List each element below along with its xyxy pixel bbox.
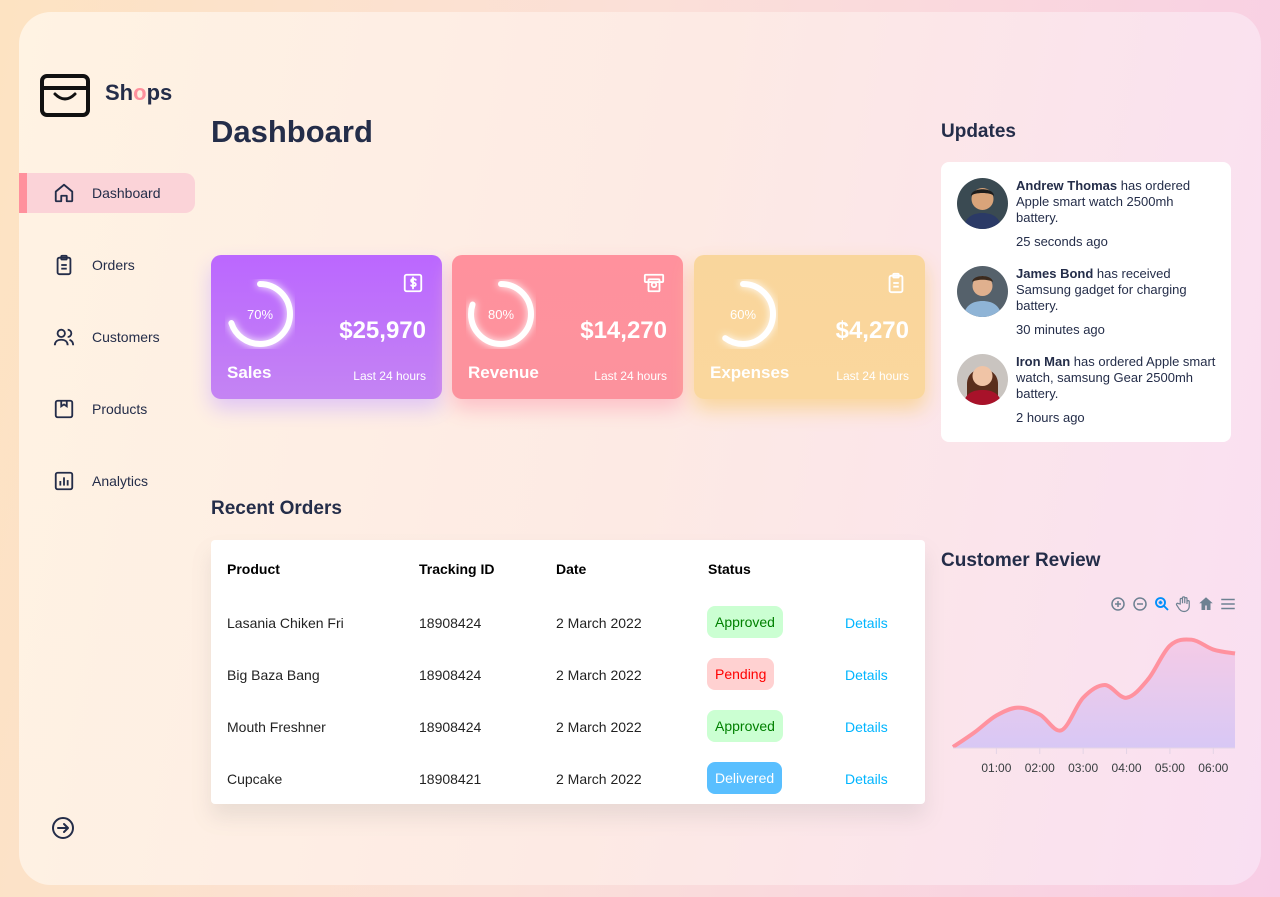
card-title: Revenue	[468, 363, 539, 382]
column-header[interactable]: Product	[227, 561, 280, 577]
card-title: Sales	[227, 363, 272, 382]
status-badge: Pending	[707, 658, 775, 690]
brand-name: Shops	[105, 80, 173, 105]
cell-product: Big Baza Bang	[227, 667, 320, 683]
details-link[interactable]: Details	[845, 615, 888, 631]
package-icon	[54, 399, 74, 419]
x-tick-label: 02:00	[1025, 761, 1055, 775]
x-tick-label: 05:00	[1155, 761, 1185, 775]
update-name: Andrew Thomas	[1016, 178, 1118, 193]
sign-out-icon[interactable]	[51, 816, 75, 840]
review-area-fill	[953, 639, 1235, 748]
sales-card[interactable]: 70% $25,970 Sales Last 24 hours	[211, 255, 442, 399]
money-icon	[643, 273, 665, 293]
cell-tracking: 18908424	[419, 615, 482, 631]
update-text: James Bond has received Samsung gadget f…	[1016, 266, 1217, 338]
update-time: 2 hours ago	[1016, 410, 1085, 425]
sidebar-item-orders[interactable]: Orders	[19, 245, 195, 285]
status-badge: Delivered	[707, 762, 783, 794]
status-badge: Approved	[707, 606, 783, 638]
card-amount: $25,970	[339, 317, 426, 344]
card-title: Expenses	[710, 363, 790, 382]
app-window: Shops Dashboard Orders Customers Product…	[19, 12, 1261, 885]
orders-table: Product Tracking ID Date Status Lasania …	[211, 540, 925, 804]
card-period: Last 24 hours	[353, 369, 426, 383]
zoom-out-icon[interactable]	[1131, 595, 1149, 613]
avatar	[957, 178, 1008, 229]
progress-percent: 70%	[246, 306, 274, 322]
card-period: Last 24 hours	[594, 369, 667, 383]
users-icon	[53, 328, 75, 346]
sidebar-item-customers[interactable]: Customers	[19, 317, 195, 357]
update-item[interactable]: Andrew Thomas has ordered Apple smart wa…	[957, 178, 1217, 250]
cell-tracking: 18908421	[419, 771, 482, 787]
column-header[interactable]: Status	[708, 561, 751, 577]
update-name: James Bond	[1016, 266, 1094, 281]
chart-toolbar	[1109, 595, 1237, 613]
x-tick-label: 03:00	[1068, 761, 1098, 775]
update-item[interactable]: Iron Man has ordered Apple smart watch, …	[957, 354, 1217, 426]
x-tick-label: 06:00	[1198, 761, 1228, 775]
updates-title: Updates	[941, 121, 1016, 142]
update-name: Iron Man	[1016, 354, 1071, 369]
recent-orders-title: Recent Orders	[211, 498, 342, 519]
update-time: 25 seconds ago	[1016, 234, 1108, 249]
customer-review-title: Customer Review	[941, 550, 1101, 571]
cell-date: 2 March 2022	[556, 719, 642, 735]
sidebar-item-label: Customers	[92, 329, 160, 345]
avatar	[957, 354, 1008, 405]
progress-percent: 80%	[487, 306, 515, 322]
status-badge: Approved	[707, 710, 783, 742]
cell-date: 2 March 2022	[556, 615, 642, 631]
x-tick-label: 01:00	[981, 761, 1011, 775]
cell-product: Cupcake	[227, 771, 283, 787]
column-header[interactable]: Tracking ID	[419, 561, 494, 577]
update-time: 30 minutes ago	[1016, 322, 1105, 337]
details-link[interactable]: Details	[845, 771, 888, 787]
brand-logo[interactable]: Shops	[40, 68, 172, 118]
revenue-card[interactable]: 80% $14,270 Revenue Last 24 hours	[452, 255, 683, 399]
update-text: Andrew Thomas has ordered Apple smart wa…	[1016, 178, 1217, 250]
sidebar-item-label: Orders	[92, 257, 135, 273]
cell-date: 2 March 2022	[556, 667, 642, 683]
clipboard-icon	[888, 272, 904, 294]
details-link[interactable]: Details	[845, 667, 888, 683]
column-header[interactable]: Date	[556, 561, 586, 577]
card-amount: $14,270	[580, 317, 667, 344]
magnifier-icon[interactable]	[1153, 595, 1171, 613]
progress-percent: 60%	[729, 306, 757, 322]
page-title: Dashboard	[211, 114, 373, 149]
cell-tracking: 18908424	[419, 667, 482, 683]
sidebar-item-analytics[interactable]: Analytics	[19, 461, 195, 501]
update-text: Iron Man has ordered Apple smart watch, …	[1016, 354, 1216, 425]
x-tick-label: 04:00	[1112, 761, 1142, 775]
customer-review-chart: 01:00 02:00 03:00 04:00 05:00 06:00	[951, 637, 1236, 775]
bar-chart-icon	[54, 471, 74, 491]
zoom-in-icon[interactable]	[1109, 595, 1127, 613]
sidebar-item-label: Dashboard	[92, 185, 161, 201]
dollar-icon	[403, 273, 423, 293]
sidebar-item-products[interactable]: Products	[19, 389, 195, 429]
cell-product: Lasania Chiken Fri	[227, 615, 344, 631]
cell-tracking: 18908424	[419, 719, 482, 735]
shopping-bag-icon	[40, 74, 90, 117]
cell-date: 2 March 2022	[556, 771, 642, 787]
details-link[interactable]: Details	[845, 719, 888, 735]
card-period: Last 24 hours	[836, 369, 909, 383]
home-reset-icon[interactable]	[1197, 595, 1215, 613]
clipboard-icon	[56, 254, 72, 276]
updates-panel: Andrew Thomas has ordered Apple smart wa…	[941, 162, 1231, 442]
cell-product: Mouth Freshner	[227, 719, 326, 735]
menu-icon[interactable]	[1219, 595, 1237, 613]
x-axis-ticks: 01:00 02:00 03:00 04:00 05:00 06:00	[981, 748, 1229, 775]
avatar	[957, 266, 1008, 317]
sidebar-item-label: Analytics	[92, 473, 149, 489]
sidebar-item-dashboard[interactable]: Dashboard	[19, 173, 195, 213]
sidebar-item-label: Products	[92, 401, 148, 417]
update-item[interactable]: James Bond has received Samsung gadget f…	[957, 266, 1217, 338]
home-icon	[54, 183, 74, 203]
card-amount: $4,270	[835, 317, 909, 344]
expenses-card[interactable]: 60% $4,270 Expenses Last 24 hours	[694, 255, 925, 399]
pan-hand-icon[interactable]	[1175, 595, 1193, 613]
